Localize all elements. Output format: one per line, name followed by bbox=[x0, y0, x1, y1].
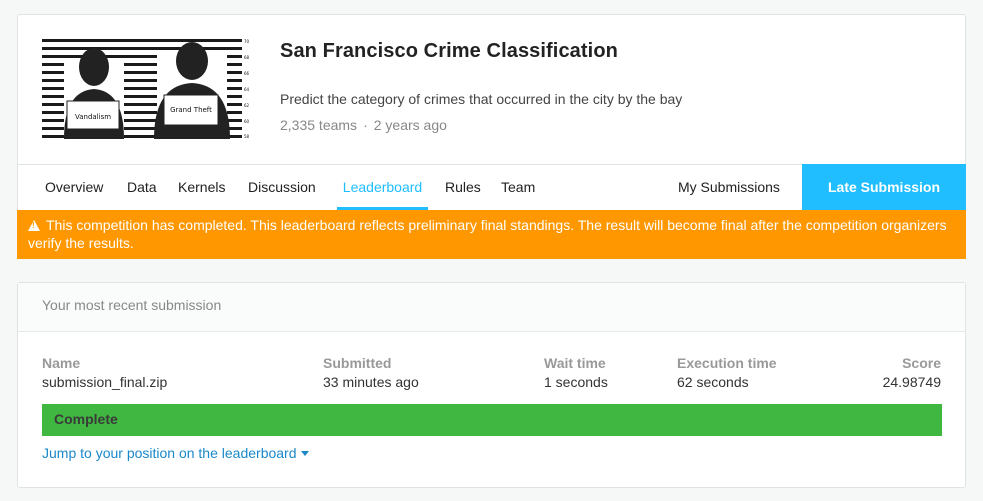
svg-text:68: 68 bbox=[244, 55, 250, 60]
warning-icon bbox=[28, 220, 40, 231]
svg-text:62: 62 bbox=[244, 103, 250, 108]
svg-text:60: 60 bbox=[244, 119, 250, 124]
competition-meta: 2,335 teams · 2 years ago bbox=[280, 117, 447, 133]
wait-time-column: Wait time 1 seconds bbox=[544, 355, 608, 390]
tab-leaderboard[interactable]: Leaderboard bbox=[337, 165, 428, 210]
tab-overview[interactable]: Overview bbox=[45, 165, 103, 210]
competition-nav: Overview Data Kernels Discussion Leaderb… bbox=[18, 164, 966, 211]
name-label: Name bbox=[42, 355, 81, 371]
svg-text:58: 58 bbox=[244, 134, 250, 139]
svg-text:Grand Theft: Grand Theft bbox=[170, 106, 212, 114]
team-count: 2,335 teams bbox=[280, 117, 358, 133]
competition-header: Vandalism Grand Theft 70 68 66 64 62 60 … bbox=[18, 15, 965, 164]
wait-time-label: Wait time bbox=[544, 355, 606, 371]
wait-time-value: 1 seconds bbox=[544, 374, 608, 390]
submission-status-bar: Complete bbox=[42, 404, 942, 436]
tab-rules[interactable]: Rules bbox=[445, 165, 481, 210]
competition-banner: Vandalism Grand Theft 70 68 66 64 62 60 … bbox=[42, 39, 250, 139]
submitted-label: Submitted bbox=[323, 355, 392, 371]
score-column: Score 24.98749 bbox=[883, 355, 941, 390]
submission-name-column: Name submission_final.zip bbox=[42, 355, 167, 390]
svg-text:66: 66 bbox=[244, 71, 250, 76]
tab-discussion[interactable]: Discussion bbox=[248, 165, 316, 210]
jump-to-position-link[interactable]: Jump to your position on the leaderboard bbox=[42, 445, 309, 461]
mugshot-lineup-icon: Vandalism Grand Theft 70 68 66 64 62 60 … bbox=[42, 39, 250, 139]
execution-time-column: Execution time 62 seconds bbox=[677, 355, 777, 390]
score-value: 24.98749 bbox=[882, 374, 941, 390]
recent-submission-card: Your most recent submission Name submiss… bbox=[17, 282, 966, 488]
competition-age: 2 years ago bbox=[373, 117, 447, 133]
my-submissions-link[interactable]: My Submissions bbox=[678, 165, 780, 210]
execution-time-value: 62 seconds bbox=[677, 374, 749, 390]
recent-submission-heading: Your most recent submission bbox=[18, 283, 965, 332]
svg-text:64: 64 bbox=[244, 87, 250, 92]
tab-team[interactable]: Team bbox=[501, 165, 535, 210]
competition-title: San Francisco Crime Classification bbox=[280, 40, 618, 62]
submitted-column: Submitted 33 minutes ago bbox=[323, 355, 419, 390]
score-label: Score bbox=[902, 355, 941, 371]
late-submission-button[interactable]: Late Submission bbox=[802, 164, 966, 211]
completion-alert: This competition has completed. This lea… bbox=[17, 210, 966, 259]
competition-description: Predict the category of crimes that occu… bbox=[280, 91, 683, 107]
tab-data[interactable]: Data bbox=[127, 165, 157, 210]
execution-time-label: Execution time bbox=[677, 355, 777, 371]
submitted-value: 33 minutes ago bbox=[323, 374, 419, 390]
jump-link-label: Jump to your position on the leaderboard bbox=[42, 445, 297, 461]
submission-filename: submission_final.zip bbox=[42, 374, 168, 390]
alert-text: This competition has completed. This lea… bbox=[28, 217, 947, 251]
caret-down-icon bbox=[300, 451, 309, 456]
svg-text:70: 70 bbox=[244, 39, 250, 44]
tab-kernels[interactable]: Kernels bbox=[178, 165, 225, 210]
svg-text:Vandalism: Vandalism bbox=[75, 113, 111, 121]
meta-separator: · bbox=[363, 117, 368, 133]
